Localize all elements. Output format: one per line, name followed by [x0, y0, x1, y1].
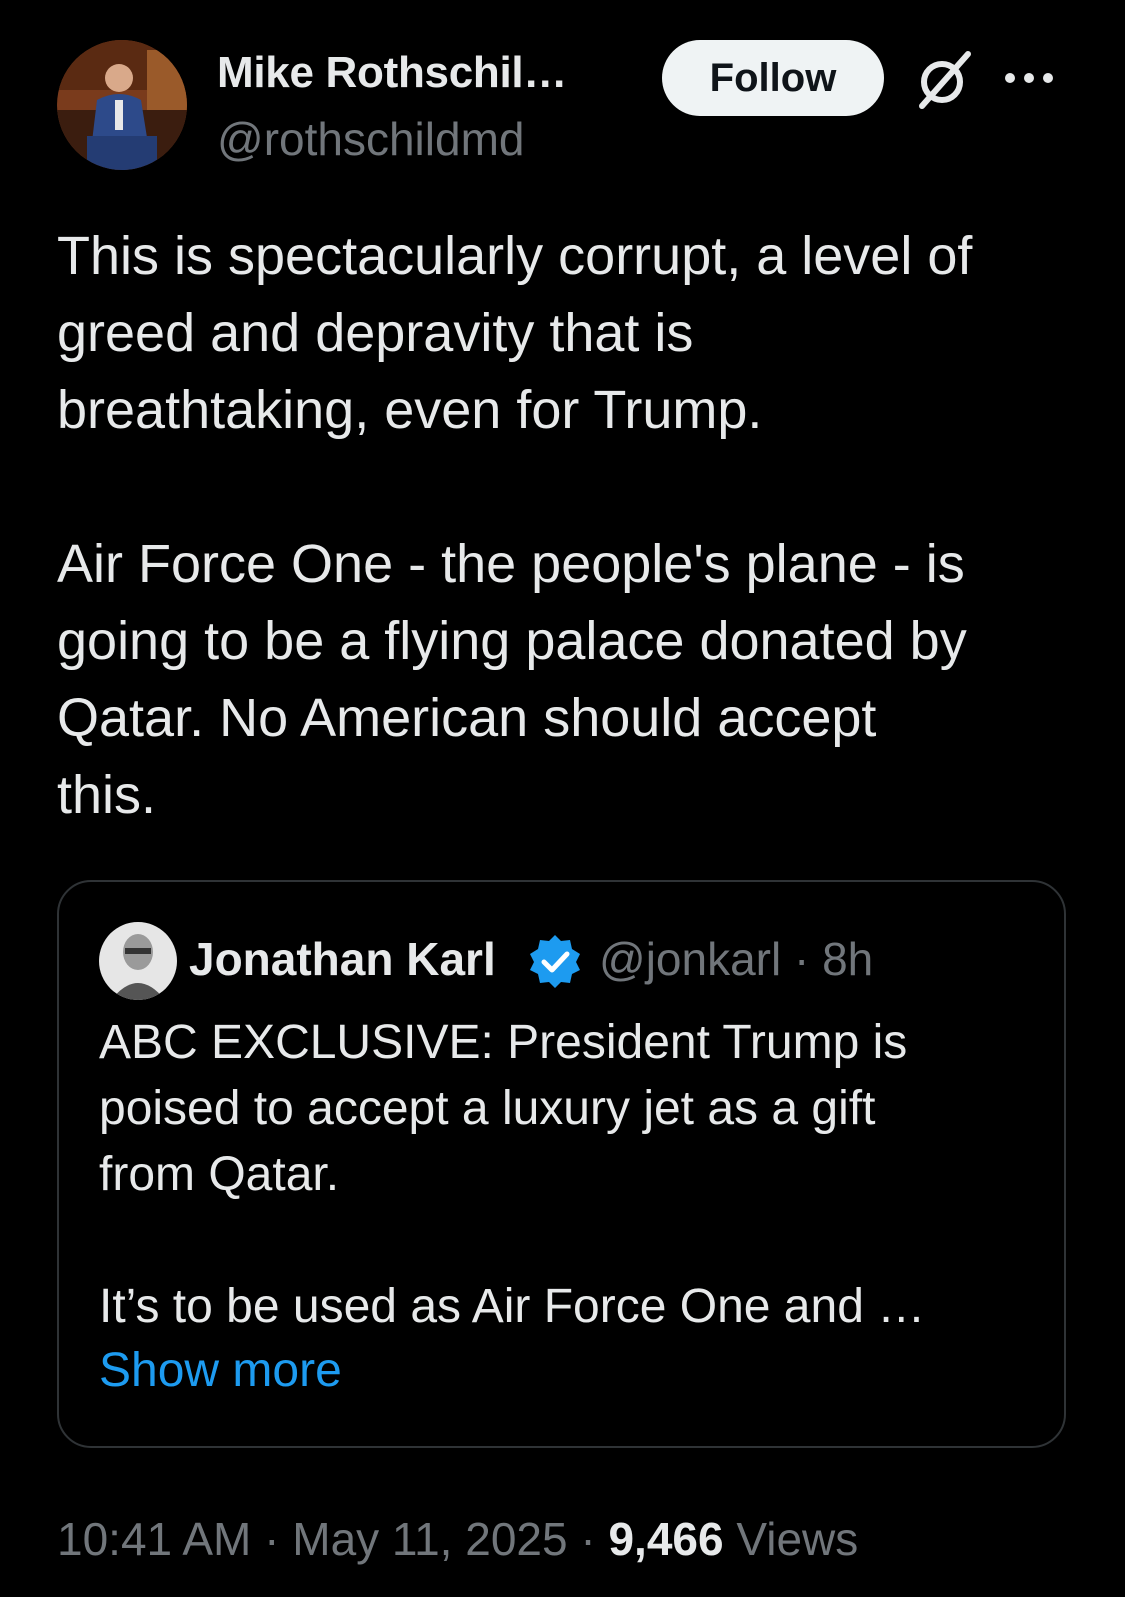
views-label: Views [736, 1513, 859, 1565]
verified-badge-icon [526, 932, 584, 990]
show-more-link[interactable]: Show more [99, 1338, 342, 1404]
views-count: 9,466 [608, 1513, 724, 1565]
quoted-author-handle[interactable]: @jonkarl [599, 933, 781, 985]
grok-icon[interactable] [912, 48, 976, 112]
tweet-footer: 10:41 AM · May 11, 2025 · 9,466 Views [57, 1512, 858, 1566]
follow-button[interactable]: Follow [662, 40, 884, 116]
quoted-timestamp[interactable]: 8h [822, 933, 873, 985]
author-avatar[interactable] [57, 40, 187, 170]
quoted-meta: @jonkarl · 8h [599, 932, 873, 986]
quoted-tweet-body: ABC EXCLUSIVE: President Trump is poised… [99, 1016, 926, 1333]
footer-separator: · [580, 1513, 596, 1565]
more-options-icon[interactable] [1002, 58, 1058, 98]
quoted-author-name[interactable]: Jonathan Karl [189, 932, 496, 986]
post-time[interactable]: 10:41 AM [57, 1513, 251, 1565]
quoted-author-avatar[interactable] [99, 922, 177, 1000]
author-name[interactable]: Mike Rothschil… [217, 48, 567, 98]
tweet-header: Mike Rothschil… @rothschildmd Follow [57, 40, 1067, 172]
meta-separator: · [793, 933, 810, 985]
post-date[interactable]: May 11, 2025 [292, 1513, 567, 1565]
tweet-body: This is spectacularly corrupt, a level o… [57, 226, 973, 825]
author-handle[interactable]: @rothschildmd [217, 112, 524, 166]
quoted-tweet[interactable]: Jonathan Karl @jonkarl · 8h ABC EXCLUSIV… [57, 880, 1066, 1448]
footer-separator: · [264, 1513, 280, 1565]
